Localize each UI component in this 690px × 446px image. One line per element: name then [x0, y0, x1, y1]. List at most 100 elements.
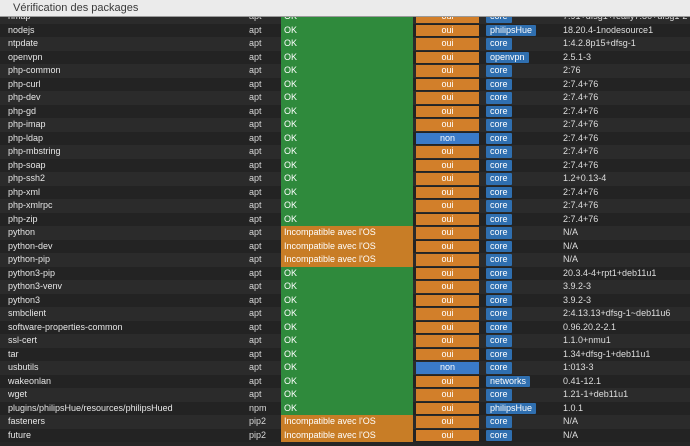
status-cell: OK: [281, 77, 413, 91]
version-text: 2:7.4+76: [563, 213, 599, 224]
package-type: apt: [249, 24, 262, 35]
status-cell: Incompatible avec l'OS: [281, 253, 413, 267]
status-cell: OK: [281, 293, 413, 307]
status-cell: OK: [281, 104, 413, 118]
table-row: ssl-cert apt OK oui core 1.1.0+nmu1: [0, 334, 690, 348]
version-text: N/A: [563, 254, 579, 264]
status-cell: OK: [281, 347, 413, 361]
version-text: 20.3.4-4+rpt1+deb11u1: [563, 267, 657, 278]
status-cell: OK: [281, 172, 413, 186]
plugin-badge: core: [486, 240, 512, 252]
plugin-badge: philipsHue: [486, 402, 537, 414]
needed-badge: oui: [416, 335, 479, 347]
status-cell: OK: [281, 131, 413, 145]
plugin-badge: core: [486, 92, 512, 104]
status-cell: OK: [281, 334, 413, 348]
package-type: apt: [249, 200, 262, 210]
plugin-badge: core: [486, 362, 512, 374]
needed-badge: oui: [416, 240, 479, 252]
package-type: apt: [249, 227, 262, 237]
needed-badge: oui: [416, 308, 479, 320]
needed-badge: oui: [416, 200, 479, 212]
needed-badge: oui: [416, 348, 479, 360]
table-row: wget apt OK oui core 1.21-1+deb11u1: [0, 388, 690, 402]
table-row: software-properties-common apt OK oui core 0.…: [0, 320, 690, 334]
needed-badge: oui: [416, 389, 479, 401]
needed-badge: oui: [416, 321, 479, 333]
table-row: python apt Incompatible avec l'OS oui core N/…: [0, 226, 690, 240]
version-text: 3.9.2-3: [563, 294, 592, 305]
package-name: php-curl: [8, 78, 41, 89]
package-type: apt: [249, 389, 262, 399]
table-row: php-common apt OK oui core 2:76: [0, 64, 690, 78]
table-row: php-dev apt OK oui core 2:7.4+76: [0, 91, 690, 105]
version-text: 2:7.4+76: [563, 186, 599, 197]
package-name: python3: [8, 294, 41, 305]
plugin-badge: core: [486, 146, 512, 158]
package-type: apt: [249, 146, 262, 156]
table-row: ntpdate apt OK oui core 1:4.2.8p15+dfsg-1: [0, 37, 690, 51]
package-type: pip2: [249, 429, 267, 440]
package-name: wget: [8, 389, 28, 399]
package-name: php-xml: [8, 186, 41, 197]
status-cell: Incompatible avec l'OS: [281, 226, 413, 240]
version-text: 2:76: [563, 65, 581, 75]
plugin-badge: core: [486, 348, 512, 360]
status-cell: OK: [281, 401, 413, 415]
plugin-badge: philipsHue: [486, 24, 537, 36]
table-row: plugins/philipsHue/resources/philipsHued…: [0, 401, 690, 415]
version-text: 3.9.2-3: [563, 281, 592, 291]
package-type: apt: [249, 308, 262, 318]
package-type: pip2: [249, 416, 267, 426]
plugin-badge: core: [486, 159, 512, 171]
status-cell: OK: [281, 158, 413, 172]
package-name: python-pip: [8, 254, 51, 264]
package-name: python: [8, 227, 36, 237]
table-row: tar apt OK oui core 1.34+dfsg-1+deb11u1: [0, 347, 690, 361]
table-row: python-pip apt Incompatible avec l'OS oui co…: [0, 253, 690, 267]
version-text: 18.20.4-1nodesource1: [563, 24, 654, 35]
package-type: apt: [249, 186, 262, 197]
package-type: apt: [249, 254, 262, 264]
table-row: php-xmlrpc apt OK oui core 2:7.4+76: [0, 199, 690, 213]
plugin-badge: core: [486, 429, 512, 441]
status-cell: OK: [281, 37, 413, 51]
table-row: php-mbstring apt OK oui core 2:7.4+76: [0, 145, 690, 159]
status-cell: OK: [281, 64, 413, 78]
package-name: ssl-cert: [8, 335, 37, 345]
status-cell: OK: [281, 50, 413, 64]
needed-badge: oui: [416, 294, 479, 306]
version-text: 1.1.0+nmu1: [563, 335, 611, 345]
version-text: 1:013-3: [563, 362, 594, 372]
needed-badge: oui: [416, 78, 479, 90]
status-cell: OK: [281, 118, 413, 132]
needed-badge: oui: [416, 65, 479, 77]
plugin-badge: core: [486, 227, 512, 239]
package-name: fasteners: [8, 416, 46, 426]
table-row: python3 apt OK oui core 3.9.2-3: [0, 293, 690, 307]
package-name: php-gd: [8, 105, 37, 116]
plugin-badge: core: [486, 416, 512, 428]
version-text: N/A: [563, 429, 579, 440]
package-type: apt: [249, 321, 262, 332]
needed-badge: oui: [416, 38, 479, 50]
plugin-badge: core: [486, 308, 512, 320]
table-row: future pip2 Incompatible avec l'OS oui core N…: [0, 428, 690, 442]
plugin-badge: networks: [486, 375, 531, 387]
table-row: php-xml apt OK oui core 2:7.4+76: [0, 185, 690, 199]
status-cell: Incompatible avec l'OS: [281, 428, 413, 442]
version-text: 2:7.4+76: [563, 92, 599, 102]
plugin-badge: openvpn: [486, 51, 529, 63]
status-cell: Incompatible avec l'OS: [281, 239, 413, 253]
package-name: smbclient: [8, 308, 47, 318]
needed-badge: oui: [416, 24, 479, 36]
table-row: php-zip apt OK oui core 2:7.4+76: [0, 212, 690, 226]
package-name: ntpdate: [8, 38, 39, 48]
needed-badge: oui: [416, 92, 479, 104]
status-cell: OK: [281, 320, 413, 334]
needed-badge: oui: [416, 119, 479, 131]
version-text: 2.5.1-3: [563, 51, 592, 62]
version-text: 1.34+dfsg-1+deb11u1: [563, 348, 651, 359]
package-type: apt: [249, 362, 262, 372]
package-type: apt: [249, 281, 262, 291]
